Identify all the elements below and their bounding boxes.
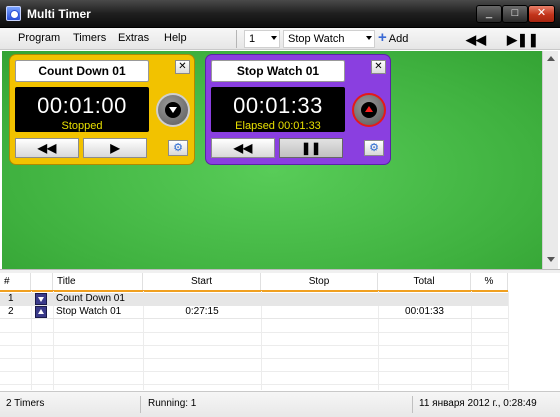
add-timer-button[interactable]: + Add (378, 29, 409, 46)
timer-title[interactable]: Stop Watch 01 (211, 60, 345, 82)
timer-display: 00:01:00 Stopped (15, 87, 149, 132)
col-header-title[interactable]: Title (53, 273, 143, 291)
arrow-down-icon (165, 102, 181, 118)
scroll-down-icon[interactable] (547, 257, 555, 262)
timer-count-status: 2 Timers (6, 398, 45, 409)
col-header-start[interactable]: Start (143, 273, 261, 291)
countdown-direction-button[interactable] (156, 93, 190, 127)
col-header-stop[interactable]: Stop (261, 273, 378, 291)
window-title: Multi Timer (27, 7, 91, 21)
col-header-total[interactable]: Total (378, 273, 471, 291)
pause-button[interactable]: ❚❚ (279, 138, 343, 158)
add-label: Add (388, 33, 409, 45)
chevron-down-icon (271, 36, 277, 40)
timer-count-select[interactable]: 1 (244, 30, 280, 48)
col-header-percent[interactable]: % (471, 273, 508, 291)
timer-card-stopwatch: Stop Watch 01 ✕ 00:01:33 Elapsed 00:01:3… (205, 54, 391, 165)
row-title: Count Down 01 (56, 293, 125, 304)
row-start (143, 293, 261, 305)
start-button[interactable]: ▶ (83, 138, 147, 158)
toolbar-separator (236, 30, 237, 48)
settings-gear-icon[interactable]: ⚙ (364, 140, 384, 156)
play-pause-all-icon[interactable]: ▶❚❚ (507, 32, 539, 48)
status-bar: 2 Timers Running: 1 11 января 2012 г., 0… (0, 391, 560, 417)
row-total: 00:01:33 (405, 306, 444, 317)
timer-count-value: 1 (249, 33, 256, 45)
row-percent (471, 293, 508, 305)
timer-status: Stopped (61, 120, 103, 132)
timer-status: Elapsed 00:01:33 (235, 120, 321, 132)
col-header-direction[interactable] (31, 273, 53, 291)
timer-title[interactable]: Count Down 01 (15, 60, 149, 82)
menu-program[interactable]: Program (18, 32, 60, 44)
reset-button[interactable]: ◀◀ (211, 138, 275, 158)
header-divider (0, 290, 508, 292)
timer-display: 00:01:33 Elapsed 00:01:33 (211, 87, 345, 132)
settings-gear-icon[interactable]: ⚙ (168, 140, 188, 156)
row-stop (261, 293, 378, 305)
chevron-down-icon (366, 36, 372, 40)
arrow-up-icon (361, 102, 377, 118)
timer-card-countdown: Count Down 01 ✕ 00:01:00 Stopped ◀◀ ▶ ⚙ (9, 54, 195, 165)
menu-extras[interactable]: Extras (118, 32, 149, 44)
running-status: Running: 1 (148, 398, 197, 409)
vertical-scrollbar[interactable] (542, 51, 558, 269)
row-start: 0:27:15 (185, 306, 219, 317)
row-number: 2 (8, 306, 14, 317)
maximize-button[interactable]: □ (502, 5, 528, 23)
arrow-down-icon (35, 293, 47, 305)
timer-panel: Count Down 01 ✕ 00:01:00 Stopped ◀◀ ▶ ⚙ … (2, 51, 542, 269)
row-total (378, 293, 471, 305)
timer-type-value: Stop Watch (288, 33, 345, 45)
close-timer-icon[interactable]: ✕ (371, 60, 386, 74)
datetime-status: 11 января 2012 г., 0:28:49 (419, 398, 537, 409)
menu-timers[interactable]: Timers (73, 32, 106, 44)
col-header-number[interactable]: # (0, 273, 31, 291)
row-number: 1 (8, 293, 14, 304)
row-stop (261, 306, 378, 318)
scroll-up-icon[interactable] (547, 56, 555, 61)
table-row[interactable]: 1 Count Down 01 (0, 293, 508, 306)
timer-table: # Title Start Stop Total % 1 Count Down … (0, 273, 560, 390)
close-button[interactable]: ✕ (528, 5, 555, 23)
row-title: Stop Watch 01 (56, 306, 122, 317)
arrow-up-icon (35, 306, 47, 318)
title-bar[interactable]: Multi Timer _ □ ✕ (0, 0, 560, 28)
timer-time: 00:01:00 (37, 93, 127, 118)
table-row[interactable]: 2 Stop Watch 01 0:27:15 00:01:33 (0, 306, 508, 319)
rewind-all-icon[interactable]: ◀◀ (466, 32, 486, 48)
stopwatch-direction-button[interactable] (352, 93, 386, 127)
close-timer-icon[interactable]: ✕ (175, 60, 190, 74)
app-clock-icon (6, 6, 21, 21)
reset-button[interactable]: ◀◀ (15, 138, 79, 158)
menu-help[interactable]: Help (164, 32, 187, 44)
minimize-button[interactable]: _ (476, 5, 502, 23)
timer-time: 00:01:33 (233, 93, 323, 118)
timer-type-select[interactable]: Stop Watch (283, 30, 375, 48)
menu-bar: Program Timers Extras Help 1 Stop Watch … (0, 28, 560, 50)
row-percent (471, 306, 508, 318)
plus-icon: + (378, 29, 387, 46)
